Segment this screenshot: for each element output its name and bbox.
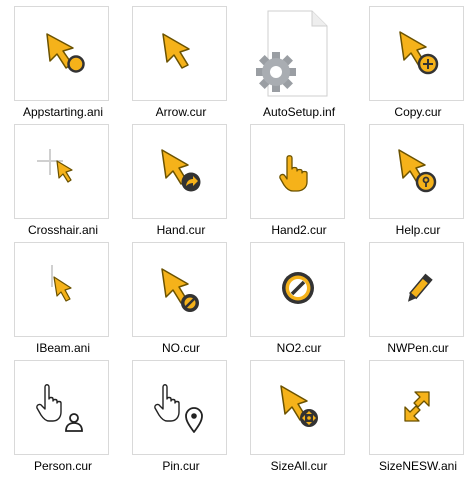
file-item-copy[interactable]: Copy.cur	[365, 6, 473, 124]
arrow-cursor-icon	[162, 33, 190, 69]
no-cursor-icon	[161, 268, 199, 312]
file-name: Hand.cur	[156, 223, 206, 237]
file-name: AutoSetup.inf	[262, 105, 336, 119]
file-name: Person.cur	[33, 459, 93, 473]
file-name: NWPen.cur	[387, 341, 449, 355]
pen-cursor-icon	[408, 273, 433, 302]
thumbnail	[369, 360, 464, 455]
file-grid: Appstarting.ani Arrow.cur AutoSetup.inf …	[0, 0, 476, 482]
crosshair-cursor-icon	[37, 149, 73, 183]
file-item-crosshair[interactable]: Crosshair.ani	[10, 124, 118, 242]
file-item-pin[interactable]: Pin.cur	[128, 360, 236, 478]
file-item-hand[interactable]: Hand.cur	[128, 124, 236, 242]
thumbnail	[250, 360, 345, 455]
file-name: SizeNESW.ani	[378, 459, 458, 473]
file-name: Crosshair.ani	[27, 223, 99, 237]
copy-cursor-icon	[399, 31, 439, 75]
thumbnail	[14, 242, 109, 337]
file-name: NO.cur	[161, 341, 200, 355]
diagonal-resize-cursor-icon	[404, 391, 430, 422]
settings-file-icon	[256, 10, 328, 97]
file-name: Pin.cur	[162, 459, 200, 473]
file-item-hand2[interactable]: Hand2.cur	[246, 124, 354, 242]
file-name: Hand2.cur	[271, 223, 327, 237]
file-item-appstarting[interactable]: Appstarting.ani	[10, 6, 118, 124]
person-cursor-icon	[36, 384, 83, 432]
file-item-nwpen[interactable]: NWPen.cur	[365, 242, 473, 360]
file-name: NO2.cur	[276, 341, 322, 355]
thumbnail	[132, 6, 227, 101]
thumbnail	[14, 6, 109, 101]
thumbnail	[369, 6, 464, 101]
file-item-help[interactable]: Help.cur	[365, 124, 473, 242]
thumbnail	[14, 124, 109, 219]
file-name: IBeam.ani	[35, 341, 91, 355]
pin-cursor-icon	[154, 384, 203, 433]
file-name: Help.cur	[395, 223, 441, 237]
thumbnail	[132, 242, 227, 337]
hand-link-cursor-icon	[161, 149, 201, 192]
move-cursor-icon	[280, 385, 318, 427]
file-item-sizeall[interactable]: SizeAll.cur	[246, 360, 354, 478]
no2-cursor-icon	[282, 272, 314, 304]
file-name: Arrow.cur	[155, 105, 207, 119]
file-name: Copy.cur	[394, 105, 442, 119]
thumbnail	[14, 360, 109, 455]
thumbnail	[250, 124, 345, 219]
file-name: SizeAll.cur	[270, 459, 328, 473]
file-name: Appstarting.ani	[22, 105, 104, 119]
help-cursor-icon	[398, 149, 437, 193]
thumbnail	[250, 242, 345, 337]
thumbnail	[250, 6, 345, 101]
thumbnail	[132, 124, 227, 219]
file-item-ibeam[interactable]: IBeam.ani	[10, 242, 118, 360]
thumbnail	[369, 242, 464, 337]
file-item-arrow[interactable]: Arrow.cur	[128, 6, 236, 124]
file-item-autosetup[interactable]: AutoSetup.inf	[246, 6, 354, 124]
file-item-sizenesw[interactable]: SizeNESW.ani	[365, 360, 473, 478]
pointing-hand-cursor-icon	[279, 155, 308, 192]
thumbnail	[369, 124, 464, 219]
thumbnail	[132, 360, 227, 455]
file-item-no[interactable]: NO.cur	[128, 242, 236, 360]
file-item-no2[interactable]: NO2.cur	[246, 242, 354, 360]
file-item-person[interactable]: Person.cur	[10, 360, 118, 478]
ibeam-cursor-icon	[51, 265, 72, 302]
appstarting-cursor-icon	[46, 33, 85, 73]
